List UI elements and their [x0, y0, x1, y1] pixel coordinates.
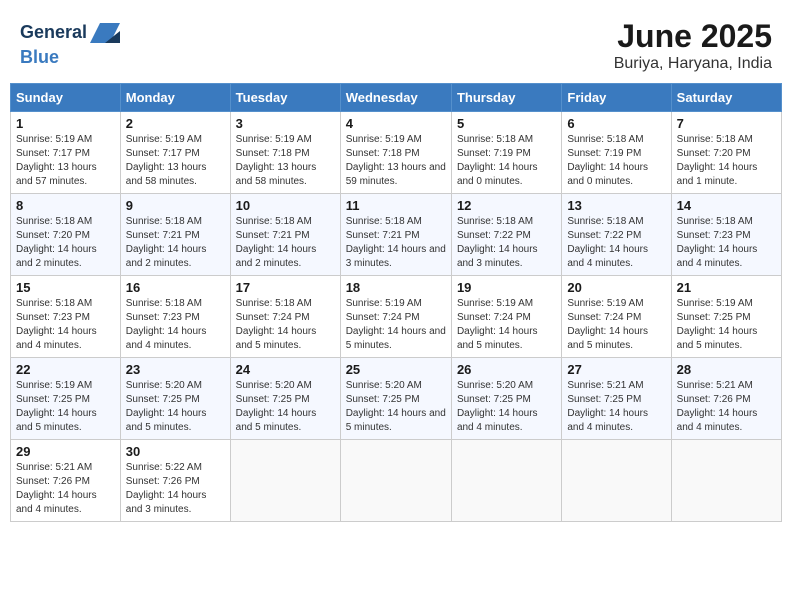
day-29: 29 Sunrise: 5:21 AMSunset: 7:26 PMDaylig… [11, 440, 121, 522]
day-1: 1 Sunrise: 5:19 AMSunset: 7:17 PMDayligh… [11, 112, 121, 194]
week-row-4: 22 Sunrise: 5:19 AMSunset: 7:25 PMDaylig… [11, 358, 782, 440]
day-14: 14 Sunrise: 5:18 AMSunset: 7:23 PMDaylig… [671, 194, 781, 276]
header-wednesday: Wednesday [340, 84, 451, 112]
day-11: 11 Sunrise: 5:18 AMSunset: 7:21 PMDaylig… [340, 194, 451, 276]
week-row-2: 8 Sunrise: 5:18 AMSunset: 7:20 PMDayligh… [11, 194, 782, 276]
day-28: 28 Sunrise: 5:21 AMSunset: 7:26 PMDaylig… [671, 358, 781, 440]
day-30: 30 Sunrise: 5:22 AMSunset: 7:26 PMDaylig… [120, 440, 230, 522]
day-10: 10 Sunrise: 5:18 AMSunset: 7:21 PMDaylig… [230, 194, 340, 276]
day-26: 26 Sunrise: 5:20 AMSunset: 7:25 PMDaylig… [451, 358, 561, 440]
header-tuesday: Tuesday [230, 84, 340, 112]
logo: General Blue [20, 18, 120, 68]
logo-icon [90, 18, 120, 48]
day-4: 4 Sunrise: 5:19 AMSunset: 7:18 PMDayligh… [340, 112, 451, 194]
empty-cell-4 [562, 440, 671, 522]
day-7: 7 Sunrise: 5:18 AMSunset: 7:20 PMDayligh… [671, 112, 781, 194]
header-monday: Monday [120, 84, 230, 112]
week-row-3: 15 Sunrise: 5:18 AMSunset: 7:23 PMDaylig… [11, 276, 782, 358]
day-24: 24 Sunrise: 5:20 AMSunset: 7:25 PMDaylig… [230, 358, 340, 440]
month-title: June 2025 [614, 18, 772, 55]
day-22: 22 Sunrise: 5:19 AMSunset: 7:25 PMDaylig… [11, 358, 121, 440]
day-17: 17 Sunrise: 5:18 AMSunset: 7:24 PMDaylig… [230, 276, 340, 358]
page-header: General Blue June 2025 Buriya, Haryana, … [10, 10, 782, 83]
day-18: 18 Sunrise: 5:19 AMSunset: 7:24 PMDaylig… [340, 276, 451, 358]
day-15: 15 Sunrise: 5:18 AMSunset: 7:23 PMDaylig… [11, 276, 121, 358]
day-23: 23 Sunrise: 5:20 AMSunset: 7:25 PMDaylig… [120, 358, 230, 440]
day-8: 8 Sunrise: 5:18 AMSunset: 7:20 PMDayligh… [11, 194, 121, 276]
header-friday: Friday [562, 84, 671, 112]
logo-text: General Blue [20, 18, 120, 68]
day-13: 13 Sunrise: 5:18 AMSunset: 7:22 PMDaylig… [562, 194, 671, 276]
header-sunday: Sunday [11, 84, 121, 112]
location-title: Buriya, Haryana, India [614, 55, 772, 73]
empty-cell-3 [451, 440, 561, 522]
day-6: 6 Sunrise: 5:18 AMSunset: 7:19 PMDayligh… [562, 112, 671, 194]
empty-cell-1 [230, 440, 340, 522]
day-27: 27 Sunrise: 5:21 AMSunset: 7:25 PMDaylig… [562, 358, 671, 440]
day-19: 19 Sunrise: 5:19 AMSunset: 7:24 PMDaylig… [451, 276, 561, 358]
header-saturday: Saturday [671, 84, 781, 112]
day-9: 9 Sunrise: 5:18 AMSunset: 7:21 PMDayligh… [120, 194, 230, 276]
day-2: 2 Sunrise: 5:19 AMSunset: 7:17 PMDayligh… [120, 112, 230, 194]
day-5: 5 Sunrise: 5:18 AMSunset: 7:19 PMDayligh… [451, 112, 561, 194]
day-3: 3 Sunrise: 5:19 AMSunset: 7:18 PMDayligh… [230, 112, 340, 194]
day-25: 25 Sunrise: 5:20 AMSunset: 7:25 PMDaylig… [340, 358, 451, 440]
empty-cell-2 [340, 440, 451, 522]
title-section: June 2025 Buriya, Haryana, India [614, 18, 772, 73]
day-16: 16 Sunrise: 5:18 AMSunset: 7:23 PMDaylig… [120, 276, 230, 358]
week-row-1: 1 Sunrise: 5:19 AMSunset: 7:17 PMDayligh… [11, 112, 782, 194]
header-thursday: Thursday [451, 84, 561, 112]
day-21: 21 Sunrise: 5:19 AMSunset: 7:25 PMDaylig… [671, 276, 781, 358]
empty-cell-5 [671, 440, 781, 522]
day-20: 20 Sunrise: 5:19 AMSunset: 7:24 PMDaylig… [562, 276, 671, 358]
weekday-header-row: Sunday Monday Tuesday Wednesday Thursday… [11, 84, 782, 112]
day-12: 12 Sunrise: 5:18 AMSunset: 7:22 PMDaylig… [451, 194, 561, 276]
week-row-5: 29 Sunrise: 5:21 AMSunset: 7:26 PMDaylig… [11, 440, 782, 522]
calendar-table: Sunday Monday Tuesday Wednesday Thursday… [10, 83, 782, 522]
